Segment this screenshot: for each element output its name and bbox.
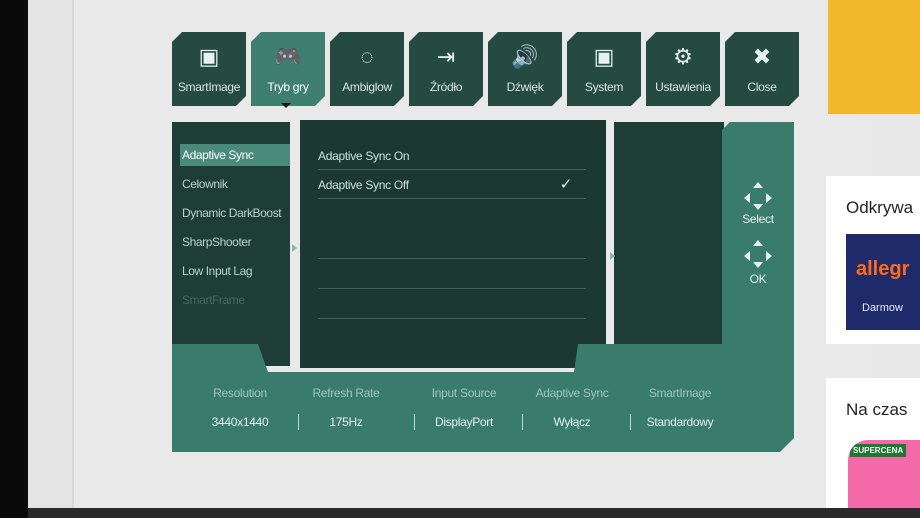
tab-źródło[interactable]: ⇥ Źródło bbox=[409, 32, 483, 106]
tab-tryb-gry[interactable]: 🎮 Tryb gry bbox=[251, 32, 325, 106]
option-label: Adaptive Sync On bbox=[318, 149, 410, 163]
active-tab-indicator bbox=[281, 103, 291, 108]
option-divider bbox=[318, 258, 586, 259]
gamepad-icon: 🎮 bbox=[274, 44, 302, 69]
tab-ambiglow[interactable]: ◌ Ambiglow bbox=[330, 32, 404, 106]
menu-item-sharpshooter[interactable]: SharpShooter bbox=[180, 231, 288, 253]
osd-menu: ▣ SmartImage 🎮 Tryb gry ◌ Ambiglow ⇥ Źródło 🔊 Dźw… bbox=[160, 26, 820, 456]
menu-item-dynamic-darkboost[interactable]: Dynamic DarkBoost bbox=[180, 202, 288, 224]
info-separator bbox=[298, 414, 299, 430]
smartimage-icon: ▣ bbox=[198, 44, 220, 69]
dpad-select-icon[interactable] bbox=[742, 182, 774, 214]
web-card-timely[interactable]: Na czas SUPERCENA bbox=[826, 378, 920, 518]
menu-item-celownik[interactable]: Celownik bbox=[180, 173, 288, 195]
option-adaptive-sync-off[interactable]: Adaptive Sync Off ✓ bbox=[318, 171, 586, 199]
web-banner[interactable] bbox=[828, 0, 920, 114]
select-label: Select bbox=[742, 212, 774, 226]
gear-icon: ⚙ bbox=[673, 44, 693, 69]
info-header: SmartImage bbox=[648, 386, 712, 400]
tab-close[interactable]: ✖ Close bbox=[725, 32, 799, 106]
promo-tag: SUPERCENA bbox=[850, 444, 907, 457]
tab-label: Dźwięk bbox=[506, 80, 544, 94]
info-value: Wyłącz bbox=[553, 415, 591, 429]
menu-item-adaptive-sync[interactable]: Adaptive Sync bbox=[180, 144, 290, 166]
info-header: Input Source bbox=[431, 386, 497, 400]
info-header: Adaptive Sync bbox=[535, 386, 609, 400]
tab-system[interactable]: ▣ System bbox=[567, 32, 641, 106]
info-header: Refresh Rate bbox=[312, 386, 380, 400]
chevron-right-icon bbox=[610, 252, 615, 260]
option-divider bbox=[318, 318, 586, 319]
web-heading-timely: Na czas bbox=[846, 400, 908, 419]
osd-detail-panel bbox=[614, 122, 724, 362]
info-separator bbox=[522, 414, 523, 430]
web-card-discover[interactable]: Odkrywa allegr Darmow bbox=[826, 176, 920, 344]
checkmark-icon: ✓ bbox=[559, 176, 573, 193]
system-icon: ▣ bbox=[593, 44, 615, 69]
web-heading-discover: Odkrywa bbox=[846, 198, 914, 217]
tab-label: SmartImage bbox=[177, 80, 241, 94]
tab-label: System bbox=[584, 80, 624, 94]
info-separator bbox=[414, 414, 415, 430]
close-icon: ✖ bbox=[752, 44, 772, 69]
monitor-bezel bbox=[0, 0, 28, 518]
option-divider bbox=[318, 288, 586, 289]
tab-label: Źródło bbox=[429, 80, 463, 94]
ok-label: OK bbox=[749, 272, 767, 286]
info-value: 175Hz bbox=[329, 415, 363, 429]
chevron-right-icon bbox=[292, 244, 297, 252]
tab-smartimage[interactable]: ▣ SmartImage bbox=[172, 32, 246, 106]
menu-item-low-input-lag[interactable]: Low Input Lag bbox=[180, 260, 288, 282]
input-source-icon: ⇥ bbox=[436, 44, 456, 69]
speaker-icon: 🔊 bbox=[511, 44, 539, 69]
dpad-ok-icon[interactable] bbox=[742, 240, 774, 272]
tab-label: Ambiglow bbox=[342, 80, 392, 94]
menu-item-smartframe: SmartFrame bbox=[182, 293, 245, 307]
ambiglow-icon: ◌ bbox=[360, 44, 374, 69]
tab-label: Ustawienia bbox=[655, 80, 711, 94]
monitor-bottom-edge bbox=[28, 508, 920, 518]
tab-label: Close bbox=[747, 80, 777, 94]
promo-image[interactable]: SUPERCENA bbox=[848, 440, 920, 518]
info-separator bbox=[630, 414, 631, 430]
allegro-subtext: Darmow bbox=[862, 302, 903, 314]
tab-label: Tryb gry bbox=[267, 80, 309, 94]
info-header: Resolution bbox=[213, 386, 267, 400]
allegro-logo: allegr bbox=[856, 258, 910, 280]
tab-ustawienia[interactable]: ⚙ Ustawienia bbox=[646, 32, 720, 106]
allegro-ad[interactable]: allegr Darmow bbox=[846, 234, 920, 330]
info-value: DisplayPort bbox=[434, 415, 494, 429]
option-label: Adaptive Sync Off bbox=[318, 178, 409, 192]
option-adaptive-sync-on[interactable]: Adaptive Sync On bbox=[318, 142, 586, 170]
tab-dźwięk[interactable]: 🔊 Dźwięk bbox=[488, 32, 562, 106]
info-value: Standardowy bbox=[646, 415, 714, 429]
info-value: 3440x1440 bbox=[211, 415, 269, 429]
